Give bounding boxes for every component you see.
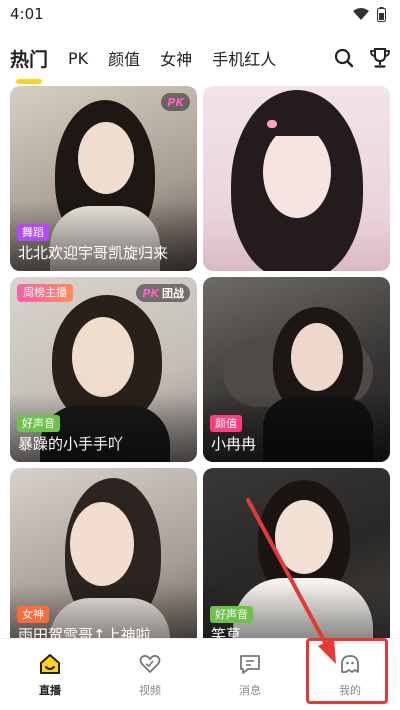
home-icon	[40, 653, 60, 674]
stream-card[interactable]: 好声音 笑草	[203, 468, 390, 653]
nav-messages[interactable]: 消息	[200, 639, 300, 710]
wifi-icon	[353, 8, 369, 20]
annotation-highlight-box	[306, 638, 388, 704]
tab-actions	[332, 46, 392, 70]
status-time: 4:01	[10, 5, 44, 23]
status-bar: 4:01	[0, 0, 400, 28]
stream-cover-image	[203, 86, 390, 271]
stream-title: 小冉冉	[211, 435, 257, 453]
status-icons	[353, 6, 386, 22]
stream-card[interactable]: 周榜主播 PK 团战 好声音 暴躁的小手手吖	[10, 277, 197, 462]
nav-live[interactable]: 直播	[0, 639, 100, 710]
tab-pk[interactable]: PK	[68, 49, 88, 68]
category-tag: 女神	[17, 606, 49, 623]
tab-goddess[interactable]: 女神	[160, 46, 192, 70]
stream-card[interactable]: 颜值 小冉冉	[203, 277, 390, 462]
category-tag: 好声音	[17, 415, 60, 432]
trophy-icon	[370, 48, 390, 68]
nav-label: 消息	[239, 683, 261, 697]
ranking-button[interactable]	[368, 46, 392, 70]
category-tag: 颜值	[210, 415, 242, 432]
stream-title: 暴躁的小手手吖	[18, 435, 124, 453]
nav-label: 直播	[39, 683, 61, 697]
pk-team-badge: PK 团战	[136, 284, 190, 302]
search-icon	[334, 48, 354, 68]
heart-icon	[139, 654, 161, 673]
stream-title: 北北欢迎宇哥凯旋归来	[18, 244, 169, 262]
tab-phone-celebrity[interactable]: 手机红人	[212, 46, 276, 70]
search-button[interactable]	[332, 46, 356, 70]
battery-icon	[377, 6, 386, 22]
stream-grid: PK 舞蹈 北北欢迎宇哥凯旋归来 周榜主播 PK 团战 好声音 暴躁的小手手吖	[10, 86, 390, 653]
category-tabs: 热门 PK 颜值 女神 手机红人	[0, 36, 400, 84]
stream-card[interactable]	[203, 86, 390, 271]
nav-label: 视频	[139, 683, 161, 697]
tab-looks[interactable]: 颜值	[108, 46, 140, 70]
message-icon	[240, 654, 260, 674]
weekly-rank-badge: 周榜主播	[17, 284, 73, 302]
stream-card[interactable]: 女神 雨田贺雪哥↑上神啦	[10, 468, 197, 653]
nav-video[interactable]: 视频	[100, 639, 200, 710]
category-tag: 舞蹈	[17, 224, 49, 241]
category-tag: 好声音	[210, 606, 253, 623]
stream-card[interactable]: PK 舞蹈 北北欢迎宇哥凯旋归来	[10, 86, 197, 271]
tab-hot[interactable]: 热门	[10, 45, 48, 84]
pk-badge: PK	[161, 93, 190, 111]
